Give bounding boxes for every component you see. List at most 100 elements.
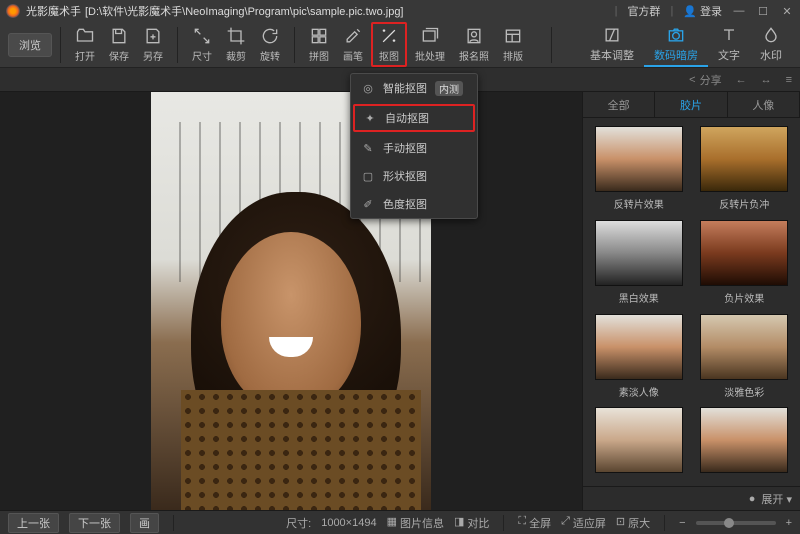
save-button[interactable]: 保存 [103,24,135,65]
droplet-icon [761,25,781,45]
rotate-icon [260,26,280,46]
dot-icon: ● [749,493,756,505]
app-name: 光影魔术手 [26,3,81,19]
close-button[interactable]: ✕ [780,4,794,18]
filter-thumb[interactable]: 反转片负冲 [697,126,793,212]
filter-thumb[interactable]: 黑白效果 [591,220,687,306]
login-link[interactable]: 👤 登录 [683,3,722,19]
save-as-icon [143,26,163,46]
actual-size-button[interactable]: ⊡ 原大 [616,515,650,531]
expand-button[interactable]: 展开 ▾ [761,491,792,507]
status-bar: 上一张 下一张 画 尺寸: 1000×1494 ▦ 图片信息 ◨ 对比 ⛶ 全屏… [0,510,800,534]
photo-blouse [181,390,421,510]
dropdown-item-manual-cutout[interactable]: ✎ 手动抠图 [351,134,477,162]
filter-preview [595,314,683,380]
photo-face [221,232,361,412]
crop-icon [226,26,246,46]
fullscreen-button[interactable]: ⛶ 全屏 [518,515,551,531]
filter-thumb[interactable]: 负片效果 [697,220,793,306]
report-photo-button[interactable]: 报名照 [453,24,495,65]
brush-button[interactable]: 画笔 [337,24,369,65]
right-tabs: 基本调整 数码暗房 文字 水印 [580,23,792,67]
image-info-button[interactable]: ▦ 图片信息 [387,515,444,531]
tab-digital-darkroom[interactable]: 数码暗房 [644,23,708,67]
prev-image-button[interactable]: 上一张 [8,513,59,533]
minimize-button[interactable]: — [732,4,746,18]
grid-icon [309,26,329,46]
filter-label: 负片效果 [724,290,764,305]
sliders-icon [602,25,622,45]
zoom-out-button[interactable]: − [679,517,685,529]
right-panel: 全部 胶片 人像 反转片效果 反转片负冲黑白效果 负片效果素淡人像 淡雅色彩 ● 展开… [582,92,800,510]
shape-icon: ▢ [361,169,375,183]
right-panel-footer: ● 展开 ▾ [583,486,800,510]
dimensions-value: 1000×1494 [321,517,376,529]
batch-button[interactable]: 批处理 [409,24,451,65]
dropdown-item-color-cutout[interactable]: ✐ 色度抠图 [351,190,477,218]
save-as-button[interactable]: 另存 [137,24,169,65]
main-toolbar: 浏览 打开 保存 另存 尺寸 裁剪 旋转 拼图 画笔 抠图 批处理 [0,22,800,68]
filter-preview [700,220,788,286]
open-button[interactable]: 打开 [69,24,101,65]
filter-thumb[interactable] [697,407,793,478]
wand-icon [379,26,399,46]
layout-icon [503,26,523,46]
filter-label: 黑白效果 [619,290,659,305]
rotate-button[interactable]: 旋转 [254,24,286,65]
filter-preview [700,407,788,473]
pipe-icon: | [670,5,673,17]
zoom-slider[interactable] [696,521,776,525]
zoom-in-button[interactable]: + [786,517,792,529]
filter-label: 反转片负冲 [719,196,769,211]
filter-label: 素淡人像 [619,384,659,399]
tab-basic-adjust[interactable]: 基本调整 [580,23,644,67]
history-button[interactable]: ≡ [786,74,792,86]
separator [503,515,504,531]
filter-tab-film[interactable]: 胶片 [655,92,727,117]
compare-button[interactable]: ◨ 对比 [454,515,489,531]
album-button[interactable]: 画 [130,513,159,533]
dropdown-item-shape-cutout[interactable]: ▢ 形状抠图 [351,162,477,190]
save-icon [109,26,129,46]
size-button[interactable]: 尺寸 [186,24,218,65]
filter-thumb[interactable]: 淡雅色彩 [697,314,793,400]
id-photo-icon [464,26,484,46]
undo-button[interactable]: ← [736,74,747,86]
filter-tabs: 全部 胶片 人像 [583,92,800,118]
filter-preview [595,220,683,286]
filter-tab-portrait[interactable]: 人像 [728,92,800,117]
brush-icon [343,26,363,46]
redo-button[interactable]: ↔ [761,74,772,86]
dropdown-item-smart-cutout[interactable]: ◎ 智能抠图 内测 [351,74,477,102]
tab-text[interactable]: 文字 [708,23,750,67]
share-button[interactable]: < 分享 [689,72,721,88]
separator [60,27,61,63]
cutout-button[interactable]: 抠图 [371,22,407,67]
share-icon: < [689,74,695,86]
separator [177,27,178,63]
crop-button[interactable]: 裁剪 [220,24,252,65]
tab-watermark[interactable]: 水印 [750,23,792,67]
text-icon [719,25,739,45]
filter-thumb[interactable]: 反转片效果 [591,126,687,212]
fit-screen-button[interactable]: ⤢ 适应屏 [561,515,606,531]
layout-button[interactable]: 排版 [497,24,529,65]
target-icon: ◎ [361,81,375,95]
image-canvas[interactable] [0,92,582,510]
folder-open-icon [75,26,95,46]
cutout-dropdown: ◎ 智能抠图 内测 ✦ 自动抠图 ✎ 手动抠图 ▢ 形状抠图 ✐ 色度抠图 [350,73,478,219]
official-group-link[interactable]: 官方群 [627,3,660,19]
collage-button[interactable]: 拼图 [303,24,335,65]
next-image-button[interactable]: 下一张 [69,513,120,533]
browse-button[interactable]: 浏览 [8,33,52,57]
separator [173,515,174,531]
separator [664,515,665,531]
batch-icon [420,26,440,46]
maximize-button[interactable]: ☐ [756,4,770,18]
filter-label: 反转片效果 [614,196,664,211]
filter-thumb[interactable] [591,407,687,478]
title-bar: 光影魔术手 [D:\软件\光影魔术手\NeoImaging\Program\pi… [0,0,800,22]
dropdown-item-auto-cutout[interactable]: ✦ 自动抠图 [353,104,475,132]
filter-tab-all[interactable]: 全部 [583,92,655,117]
filter-thumb[interactable]: 素淡人像 [591,314,687,400]
